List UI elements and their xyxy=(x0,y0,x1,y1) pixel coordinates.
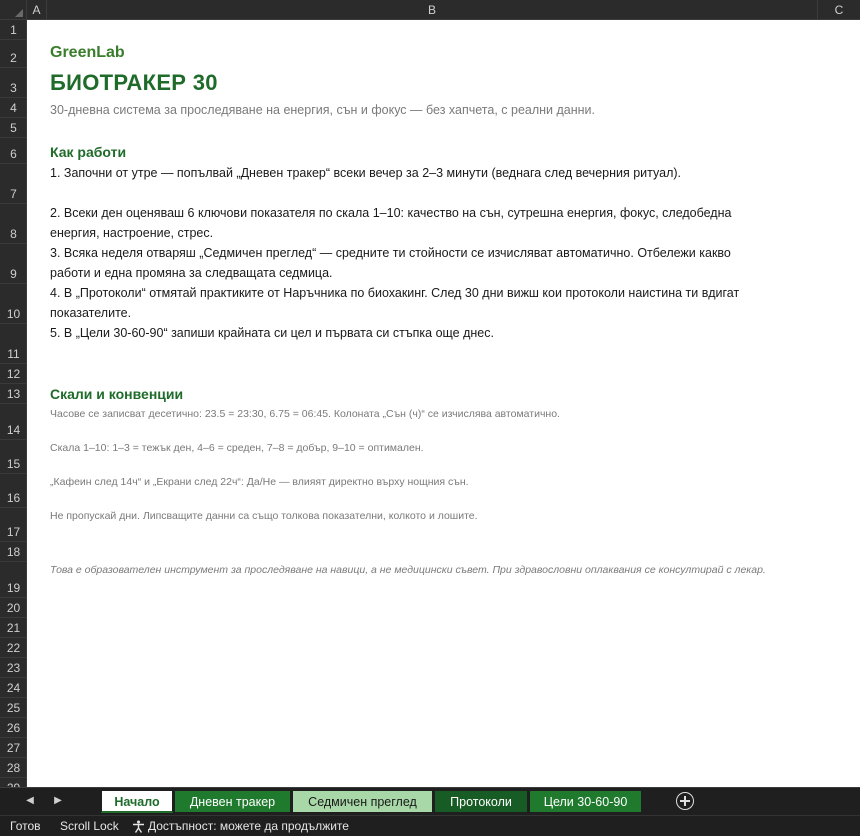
row-header[interactable]: 10 xyxy=(0,284,26,324)
convention-note: Скала 1–10: 1–3 = тежък ден, 4–6 = среде… xyxy=(50,442,424,454)
convention-note: Не пропускай дни. Липсващите данни са съ… xyxy=(50,510,478,522)
status-ready: Готов xyxy=(10,819,41,833)
instruction-step: 1. Започни от утре — попълвай „Дневен тр… xyxy=(50,166,682,180)
tab-protokoli[interactable]: Протоколи xyxy=(434,790,528,813)
row-header[interactable]: 27 xyxy=(0,738,26,758)
column-header-c[interactable]: C xyxy=(818,0,860,20)
instruction-step: 5. В „Цели 30-60-90“ запиши крайната си … xyxy=(50,326,494,340)
row-header[interactable]: 28 xyxy=(0,758,26,778)
add-sheet-icon[interactable] xyxy=(676,792,694,810)
worksheet-grid[interactable]: GreenLab БИОТРАКЕР 30 30-дневна система … xyxy=(27,20,860,787)
page-subtitle: 30-дневна система за проследяване на ене… xyxy=(50,103,596,117)
select-all-corner[interactable] xyxy=(0,0,27,20)
tab-nachalo[interactable]: Начало xyxy=(101,790,173,813)
row-header[interactable]: 11 xyxy=(0,324,26,364)
row-header[interactable]: 2 xyxy=(0,40,26,68)
tab-scroll-left-icon[interactable]: ◀ xyxy=(23,794,37,808)
sheet-tabs-bar: ◀ ▶ Начало Дневен тракер Седмичен прегле… xyxy=(0,787,860,815)
disclaimer-text: Това е образователен инструмент за просл… xyxy=(50,564,766,576)
row-header[interactable]: 24 xyxy=(0,678,26,698)
column-header-b[interactable]: B xyxy=(47,0,818,20)
row-header[interactable]: 22 xyxy=(0,638,26,658)
tab-tseli-30-60-90[interactable]: Цели 30-60-90 xyxy=(529,790,642,813)
convention-note: Часове се записват десетично: 23.5 = 23:… xyxy=(50,408,560,420)
column-header-bar: A B C xyxy=(0,0,860,20)
row-header[interactable]: 16 xyxy=(0,474,26,508)
tab-sedmichen-pregled[interactable]: Седмичен преглед xyxy=(292,790,433,813)
row-header[interactable]: 8 xyxy=(0,204,26,244)
section-title-how: Как работи xyxy=(50,144,127,160)
row-header[interactable]: 21 xyxy=(0,618,26,638)
instruction-step: показателите. xyxy=(50,306,132,320)
row-header[interactable]: 26 xyxy=(0,718,26,738)
status-accessibility[interactable]: Достъпност: можете да продължите xyxy=(148,819,349,833)
instruction-step: енергия, настроение, стрес. xyxy=(50,226,214,240)
convention-note: „Кафеин след 14ч“ и „Екрани след 22ч“: Д… xyxy=(50,476,469,488)
section-title-scales: Скали и конвенции xyxy=(50,386,184,402)
row-header[interactable]: 5 xyxy=(0,118,26,138)
row-header-bar: 1 2 3 4 5 6 7 8 9 10 11 12 13 14 15 16 1… xyxy=(0,20,27,787)
row-header[interactable]: 4 xyxy=(0,98,26,118)
row-header[interactable]: 1 xyxy=(0,20,26,40)
row-header[interactable]: 14 xyxy=(0,404,26,440)
row-header[interactable]: 29 xyxy=(0,778,26,787)
row-header[interactable]: 7 xyxy=(0,164,26,204)
accessibility-icon[interactable] xyxy=(132,820,145,833)
row-header[interactable]: 23 xyxy=(0,658,26,678)
row-header[interactable]: 20 xyxy=(0,598,26,618)
column-header-a[interactable]: A xyxy=(27,0,47,20)
row-header[interactable]: 18 xyxy=(0,542,26,562)
status-scroll-lock: Scroll Lock xyxy=(60,819,119,833)
row-header[interactable]: 19 xyxy=(0,562,26,598)
row-header[interactable]: 15 xyxy=(0,440,26,474)
page-title: БИОТРАКЕР 30 xyxy=(50,70,218,95)
row-header[interactable]: 17 xyxy=(0,508,26,542)
row-header[interactable]: 6 xyxy=(0,138,26,164)
instruction-step: 3. Всяка неделя отваряш „Седмичен прегле… xyxy=(50,246,731,260)
brand-name: GreenLab xyxy=(50,44,125,61)
row-header[interactable]: 3 xyxy=(0,68,26,98)
tab-dneven-traker[interactable]: Дневен тракер xyxy=(174,790,291,813)
row-header[interactable]: 12 xyxy=(0,364,26,384)
tab-scroll-right-icon[interactable]: ▶ xyxy=(51,794,65,808)
instruction-step: 2. Всеки ден оценяваш 6 ключови показате… xyxy=(50,206,732,220)
instruction-step: 4. В „Протоколи“ отмятай практиките от Н… xyxy=(50,286,740,300)
instruction-step: работи и една промяна за следващата седм… xyxy=(50,266,333,280)
status-bar: Готов Scroll Lock Достъпност: можете да … xyxy=(0,815,860,836)
row-header[interactable]: 25 xyxy=(0,698,26,718)
row-header[interactable]: 13 xyxy=(0,384,26,404)
row-header[interactable]: 9 xyxy=(0,244,26,284)
